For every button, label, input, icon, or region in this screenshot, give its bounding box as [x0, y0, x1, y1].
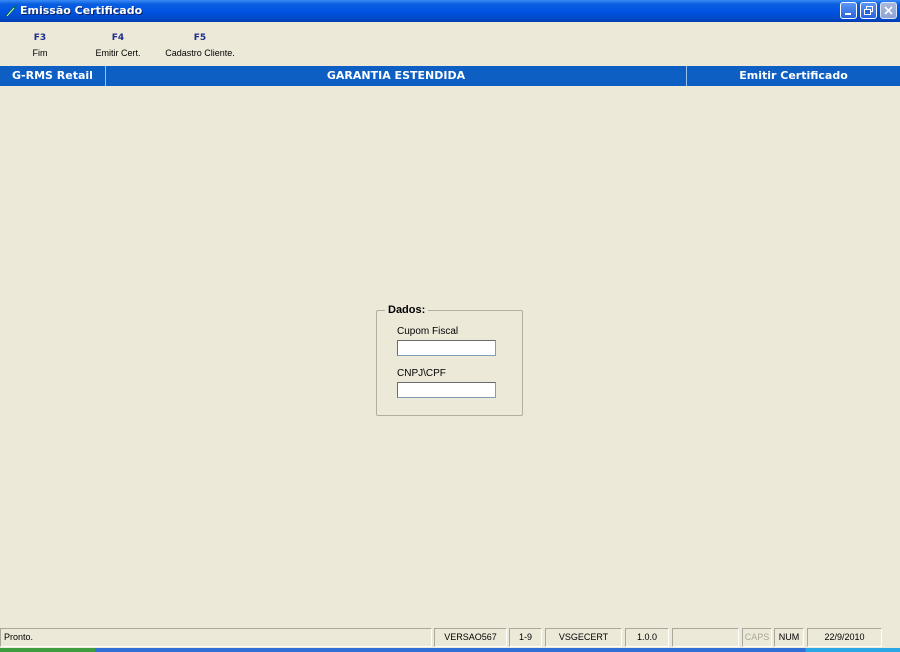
status-date: 22/9/2010	[807, 628, 882, 647]
restore-button[interactable]	[860, 2, 877, 19]
restore-icon	[864, 6, 873, 15]
status-range: 1-9	[509, 628, 542, 647]
status-num-indicator: NUM	[774, 628, 804, 647]
groupbox-title: Dados:	[385, 304, 429, 316]
taskbar-strip	[0, 648, 900, 652]
status-release: 1.0.0	[625, 628, 669, 647]
f4-label: Emitir Cert.	[95, 48, 141, 58]
status-version: VERSAO567	[434, 628, 507, 647]
cupom-fiscal-label: Cupom Fiscal	[397, 326, 459, 337]
f3-exit-button[interactable]: F3 Fim	[22, 33, 58, 58]
app-feather-icon[interactable]	[4, 4, 18, 18]
app-name: G-RMS Retail	[0, 66, 106, 86]
f3-label: Fim	[32, 48, 48, 58]
minimize-icon	[845, 13, 851, 15]
header-band: G-RMS Retail GARANTIA ESTENDIDA Emitir C…	[0, 66, 900, 86]
status-module-code: VSGECERT	[545, 628, 622, 647]
screen-title: Emitir Certificado	[739, 69, 848, 82]
status-message: Pronto.	[0, 628, 432, 647]
f4-emit-certificate-button[interactable]: F4 Emitir Cert.	[88, 33, 148, 58]
f4-key: F4	[111, 33, 125, 43]
close-button[interactable]	[880, 2, 897, 19]
status-caps-indicator: CAPS	[742, 628, 772, 647]
f3-key: F3	[33, 33, 47, 43]
cnpj-cpf-label: CNPJ\CPF	[397, 368, 446, 379]
status-bar: Pronto. VERSAO567 1-9 VSGECERT 1.0.0 CAP…	[0, 628, 900, 647]
title-bar: Emissão Certificado	[0, 0, 900, 22]
f5-label: Cadastro Cliente.	[165, 48, 235, 58]
minimize-button[interactable]	[840, 2, 857, 19]
close-icon	[884, 6, 893, 15]
f5-key: F5	[193, 33, 207, 43]
module-title: GARANTIA ESTENDIDA	[106, 66, 687, 86]
status-empty-panel	[672, 628, 739, 647]
cupom-fiscal-input[interactable]	[397, 340, 496, 356]
f5-customer-register-button[interactable]: F5 Cadastro Cliente.	[158, 33, 242, 58]
window-title: Emissão Certificado	[20, 4, 143, 17]
cnpj-cpf-input[interactable]	[397, 382, 496, 398]
